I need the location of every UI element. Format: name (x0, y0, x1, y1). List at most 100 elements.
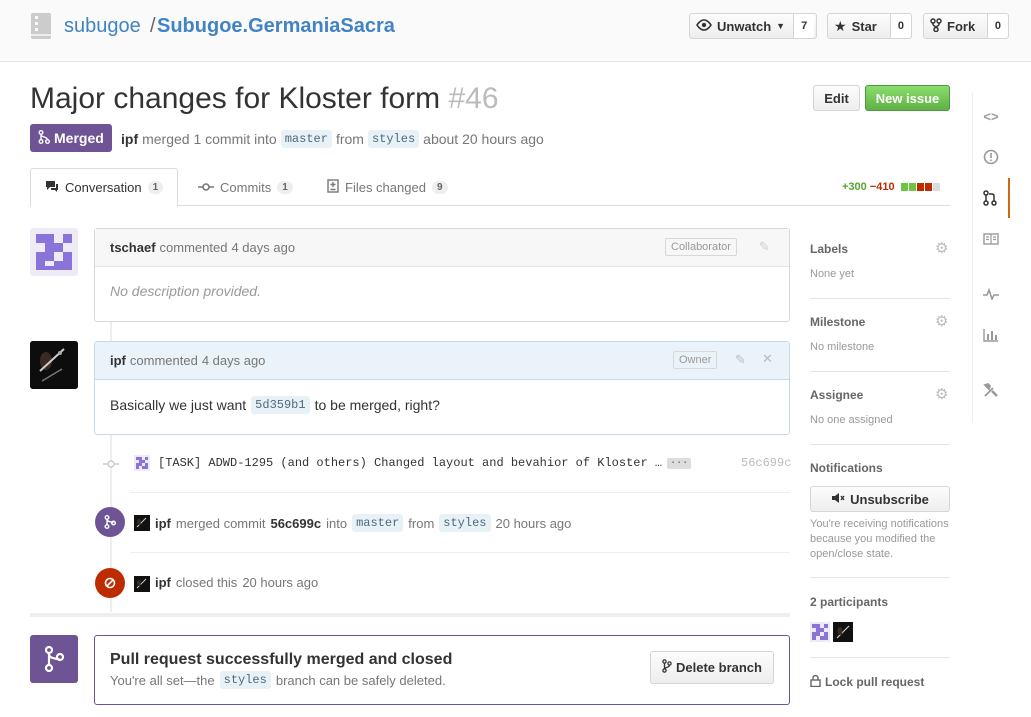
merge-commit-sha[interactable]: 56c699c (270, 516, 321, 531)
pulse-icon[interactable] (972, 274, 1010, 314)
git-merge-icon (38, 129, 50, 147)
repo-icon (30, 12, 54, 42)
pencil-icon[interactable]: ✎ (759, 239, 770, 255)
new-issue-button[interactable]: New issue (865, 85, 950, 111)
fork-button[interactable]: Fork 0 (923, 13, 1009, 39)
divider (810, 298, 950, 299)
lock-pull-request-link[interactable]: Lock pull request (810, 674, 924, 690)
tab-conversation[interactable]: Conversation 1 (30, 168, 179, 207)
labels-heading[interactable]: Labels (810, 242, 848, 256)
pr-tabs: Conversation 1 Commits 1 Files changed 9 (30, 168, 950, 207)
status-badge: Merged (30, 124, 112, 152)
pr-time: about 20 hours ago (423, 131, 544, 147)
labels-value: None yet (810, 268, 855, 280)
graph-icon[interactable] (972, 315, 1010, 355)
comment-time[interactable]: 4 days ago (202, 353, 266, 368)
additions-count: +300 (842, 181, 867, 193)
tools-icon[interactable] (972, 370, 1010, 410)
comment-author[interactable]: ipf (110, 353, 126, 368)
pencil-icon[interactable]: ✎ (735, 352, 746, 368)
unwatch-button[interactable]: Unwatch ▼ 7 (689, 13, 817, 39)
comment-header: tschaef commented 4 days ago Collaborato… (95, 229, 789, 267)
tab-files-changed[interactable]: Files changed 9 (313, 168, 462, 206)
milestone-value: No milestone (810, 341, 875, 353)
assignee-value: No one assigned (810, 414, 893, 426)
base-branch: master (352, 514, 404, 532)
comment: ipf commented 4 days ago Owner ✎ ✕ Basic… (94, 341, 790, 435)
edit-title-button[interactable]: Edit (813, 85, 860, 111)
git-branch-icon (662, 659, 672, 676)
avatar[interactable] (30, 341, 78, 389)
base-branch: master (280, 130, 332, 148)
diffstat-bar (900, 183, 940, 191)
repo-header: subugoe / Subugoe.GermaniaSacra Unwatch ▼… (0, 0, 1031, 62)
divider (810, 444, 950, 445)
book-icon[interactable] (972, 219, 1010, 259)
comment-author[interactable]: tschaef (110, 240, 156, 255)
role-badge: Owner (673, 351, 718, 369)
star-icon: ★ (834, 17, 847, 34)
tab-commits[interactable]: Commits 1 (184, 168, 307, 206)
participant-avatar[interactable] (833, 622, 853, 642)
assignee-heading[interactable]: Assignee (810, 388, 863, 402)
commit-message[interactable]: [TASK] ADWD-1295 (and others) Changed la… (158, 456, 692, 470)
pr-number: #46 (448, 82, 499, 115)
commit-sha[interactable]: 56c699c (741, 456, 791, 470)
gear-icon[interactable]: ⚙ (935, 385, 948, 403)
comment-time[interactable]: 4 days ago (231, 240, 295, 255)
comment-header: ipf commented 4 days ago Owner ✎ ✕ (95, 342, 789, 380)
commit-icon (103, 456, 119, 472)
expand-button[interactable]: ··· (667, 457, 692, 469)
repo-separator: / (150, 15, 156, 37)
event-author[interactable]: ipf (155, 516, 171, 531)
circle-slash-icon (95, 568, 125, 598)
commit-icon (198, 180, 214, 195)
diffstat[interactable]: +300 −410 (842, 181, 940, 193)
merge-status-desc: You're all set—the styles branch can be … (110, 671, 446, 689)
divider (810, 371, 950, 372)
repo-name-link[interactable]: Subugoe.GermaniaSacra (157, 15, 395, 38)
mute-icon (831, 492, 845, 507)
git-merge-icon (95, 507, 125, 537)
page-title: Major changes for Kloster form #46 (30, 82, 499, 116)
close-icon[interactable]: ✕ (762, 351, 773, 367)
avatar[interactable] (134, 455, 150, 471)
avatar[interactable] (30, 228, 78, 276)
divider (130, 492, 790, 493)
gear-icon[interactable]: ⚙ (935, 312, 948, 330)
avatar[interactable] (134, 576, 150, 592)
delete-branch-button[interactable]: Delete branch (650, 651, 774, 684)
lock-icon (810, 674, 821, 690)
merge-status-title: Pull request successfully merged and clo… (110, 651, 453, 668)
participant-avatar[interactable] (810, 622, 830, 642)
star-button[interactable]: ★ Star 0 (827, 13, 912, 39)
notifications-heading: Notifications (810, 461, 883, 475)
divider (810, 657, 950, 658)
commit-sha-link[interactable]: 5d359b1 (251, 396, 310, 414)
watch-count[interactable]: 7 (793, 14, 815, 38)
author-link[interactable]: ipf (121, 131, 138, 147)
comment-icon (45, 180, 59, 196)
eye-icon (696, 18, 712, 34)
issue-opened-icon[interactable] (972, 137, 1010, 177)
divider (810, 577, 950, 578)
divider (130, 552, 790, 553)
gear-icon[interactable]: ⚙ (935, 239, 948, 257)
merge-event: ipf merged commit 56c699c into master fr… (155, 514, 572, 532)
avatar[interactable] (134, 515, 150, 531)
milestone-heading[interactable]: Milestone (810, 315, 865, 329)
merge-status-box: Pull request successfully merged and clo… (94, 635, 790, 705)
timeline-end-divider (30, 613, 790, 617)
head-branch: styles (367, 130, 420, 148)
unsubscribe-button[interactable]: Unsubscribe (810, 486, 950, 512)
head-branch: styles (219, 671, 271, 689)
star-count[interactable]: 0 (889, 14, 911, 38)
git-pull-request-icon[interactable] (972, 178, 1010, 218)
event-time[interactable]: 20 hours ago (496, 516, 572, 531)
fork-count[interactable]: 0 (986, 14, 1008, 38)
repo-owner-link[interactable]: subugoe (64, 15, 141, 38)
comment-body: No description provided. (110, 283, 261, 299)
event-author[interactable]: ipf (155, 575, 171, 590)
event-time[interactable]: 20 hours ago (242, 575, 318, 590)
code-icon[interactable]: <> (972, 96, 1010, 136)
